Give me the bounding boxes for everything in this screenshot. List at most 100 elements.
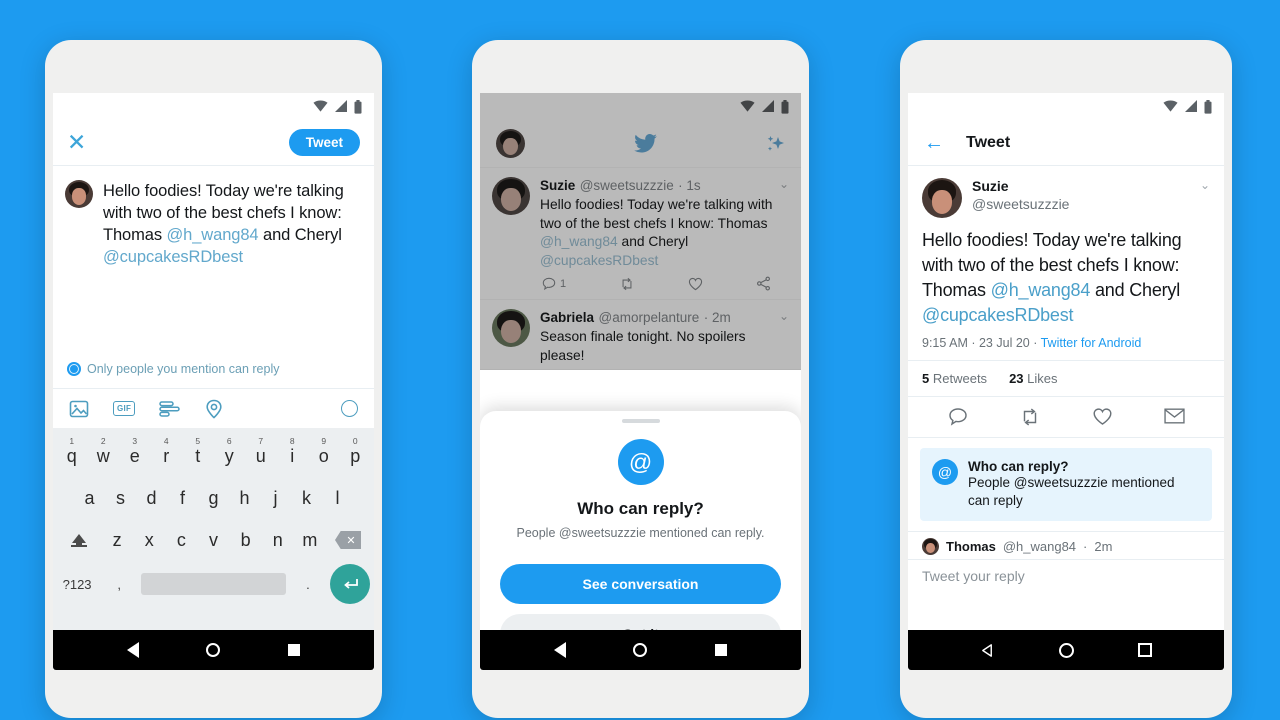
nav-back-button[interactable] bbox=[980, 643, 995, 658]
nav-home-button[interactable] bbox=[206, 643, 221, 657]
avatar[interactable] bbox=[496, 129, 525, 158]
home-circle-icon bbox=[633, 643, 648, 657]
reply-action[interactable]: 1 bbox=[542, 277, 566, 291]
mention-cupcakesrdbest[interactable]: @cupcakesRDbest bbox=[103, 248, 243, 266]
likes-stat[interactable]: 23 Likes bbox=[1009, 371, 1057, 386]
tweet-button[interactable]: Tweet bbox=[288, 129, 360, 156]
key-d[interactable]: d bbox=[137, 489, 166, 507]
timeline-tweet-gabriela[interactable]: Gabriela @amorpelanture · 2m ⌄ Season fi… bbox=[480, 300, 801, 370]
chevron-down-icon[interactable]: ⌄ bbox=[1200, 178, 1210, 192]
nav-recents-button[interactable] bbox=[1138, 643, 1152, 657]
nav-home-button[interactable] bbox=[1059, 642, 1074, 658]
key-h[interactable]: h bbox=[230, 489, 259, 507]
key-k[interactable]: k bbox=[292, 489, 321, 507]
mention-h-wang84[interactable]: @h_wang84 bbox=[540, 234, 618, 249]
key-p[interactable]: 0p bbox=[341, 437, 371, 465]
key-o[interactable]: 9o bbox=[309, 437, 339, 465]
wifi-icon bbox=[1163, 100, 1178, 112]
at-mention-icon: @ bbox=[932, 459, 958, 485]
key-y[interactable]: 6y bbox=[215, 437, 245, 465]
key-g[interactable]: g bbox=[199, 489, 228, 507]
key-s[interactable]: s bbox=[106, 489, 135, 507]
shift-key[interactable] bbox=[59, 533, 99, 547]
key-j[interactable]: j bbox=[261, 489, 290, 507]
timeline-top-bar bbox=[480, 120, 801, 168]
retweets-stat[interactable]: 5 Retweets bbox=[922, 371, 987, 386]
period-key[interactable]: . bbox=[288, 578, 328, 591]
nav-recents-button[interactable] bbox=[288, 644, 301, 656]
avatar[interactable] bbox=[922, 178, 962, 218]
spacebar-key[interactable] bbox=[141, 573, 286, 595]
heart-icon[interactable] bbox=[1092, 407, 1113, 426]
close-icon[interactable]: ✕ bbox=[67, 131, 86, 154]
recents-square-icon bbox=[288, 644, 301, 656]
nav-recents-button[interactable] bbox=[715, 644, 728, 656]
avatar[interactable] bbox=[492, 177, 530, 215]
timeline-wrapper: Suzie @sweetsuzzzie · 1s ⌄ Hello foodies… bbox=[480, 93, 801, 670]
poll-icon[interactable] bbox=[159, 400, 181, 418]
reply-bubble-icon[interactable] bbox=[948, 407, 968, 427]
share-icon[interactable] bbox=[756, 276, 771, 291]
author-name: Suzie bbox=[972, 178, 1009, 194]
android-nav-bar-2 bbox=[480, 630, 801, 670]
share-envelope-icon[interactable] bbox=[1163, 407, 1185, 425]
timeline-tweet-suzie[interactable]: Suzie @sweetsuzzzie · 1s ⌄ Hello foodies… bbox=[480, 168, 801, 300]
key-u[interactable]: 7u bbox=[246, 437, 276, 465]
location-pin-icon[interactable] bbox=[205, 399, 223, 419]
key-v[interactable]: v bbox=[197, 531, 229, 549]
nav-back-button[interactable] bbox=[126, 642, 139, 658]
avatar[interactable] bbox=[65, 180, 93, 208]
key-n[interactable]: n bbox=[262, 531, 294, 549]
battery-icon bbox=[781, 99, 789, 114]
key-f[interactable]: f bbox=[168, 489, 197, 507]
retweet-icon[interactable] bbox=[1019, 407, 1041, 427]
sparkle-icon[interactable] bbox=[765, 134, 785, 154]
key-b[interactable]: b bbox=[230, 531, 262, 549]
chevron-down-icon[interactable]: ⌄ bbox=[779, 177, 789, 191]
key-num-0: 0 bbox=[352, 436, 358, 446]
mention-h-wang84[interactable]: @h_wang84 bbox=[991, 280, 1091, 300]
key-l[interactable]: l bbox=[323, 489, 352, 507]
reply-author-row[interactable]: Thomas @h_wang84 · 2m bbox=[908, 531, 1224, 559]
key-z[interactable]: z bbox=[101, 531, 133, 549]
key-i[interactable]: 8i bbox=[278, 437, 308, 465]
symbols-key[interactable]: ?123 bbox=[57, 578, 97, 591]
android-nav-bar-1 bbox=[53, 630, 374, 670]
tweet-text-part2: and Cheryl bbox=[1090, 280, 1181, 300]
composer-toolbar: GIF bbox=[53, 388, 374, 428]
comma-key[interactable]: , bbox=[99, 578, 139, 591]
mention-cupcakesrdbest[interactable]: @cupcakesRDbest bbox=[922, 305, 1074, 325]
avatar[interactable] bbox=[492, 309, 530, 347]
sheet-grabber[interactable] bbox=[621, 419, 660, 423]
mention-h-wang84[interactable]: @h_wang84 bbox=[167, 226, 259, 244]
heart-icon[interactable] bbox=[688, 277, 703, 291]
enter-key[interactable] bbox=[330, 564, 371, 604]
tweet-client[interactable]: Twitter for Android bbox=[1041, 336, 1142, 350]
retweet-icon[interactable] bbox=[619, 277, 635, 291]
see-conversation-button[interactable]: See conversation bbox=[500, 564, 781, 604]
key-e[interactable]: 3e bbox=[120, 437, 150, 465]
back-arrow-icon[interactable]: ← bbox=[924, 133, 944, 153]
composer-header: ✕ Tweet bbox=[53, 120, 374, 166]
tweet-time: 9:15 AM bbox=[922, 336, 968, 350]
nav-back-button[interactable] bbox=[553, 642, 566, 658]
reply-scope-row[interactable]: Only people you mention can reply bbox=[53, 362, 374, 388]
delete-key[interactable]: ✕ bbox=[328, 531, 368, 549]
composer-text-input[interactable]: Hello foodies! Today we're talking with … bbox=[103, 180, 362, 362]
nav-home-button[interactable] bbox=[633, 643, 648, 657]
reply-input[interactable]: Tweet your reply bbox=[908, 559, 1224, 584]
mention-cupcakesrdbest[interactable]: @cupcakesRDbest bbox=[540, 253, 658, 268]
avatar[interactable] bbox=[922, 538, 939, 555]
chevron-down-icon[interactable]: ⌄ bbox=[779, 309, 789, 323]
tweet-author-handle: @sweetsuzzzie bbox=[579, 178, 674, 193]
key-t[interactable]: 5t bbox=[183, 437, 213, 465]
key-r[interactable]: 4r bbox=[152, 437, 182, 465]
key-w[interactable]: 2w bbox=[89, 437, 119, 465]
image-icon[interactable] bbox=[69, 399, 89, 419]
key-q[interactable]: 1q bbox=[57, 437, 87, 465]
key-x[interactable]: x bbox=[133, 531, 165, 549]
key-m[interactable]: m bbox=[294, 531, 326, 549]
key-a[interactable]: a bbox=[75, 489, 104, 507]
key-c[interactable]: c bbox=[165, 531, 197, 549]
gif-icon[interactable]: GIF bbox=[113, 401, 136, 416]
